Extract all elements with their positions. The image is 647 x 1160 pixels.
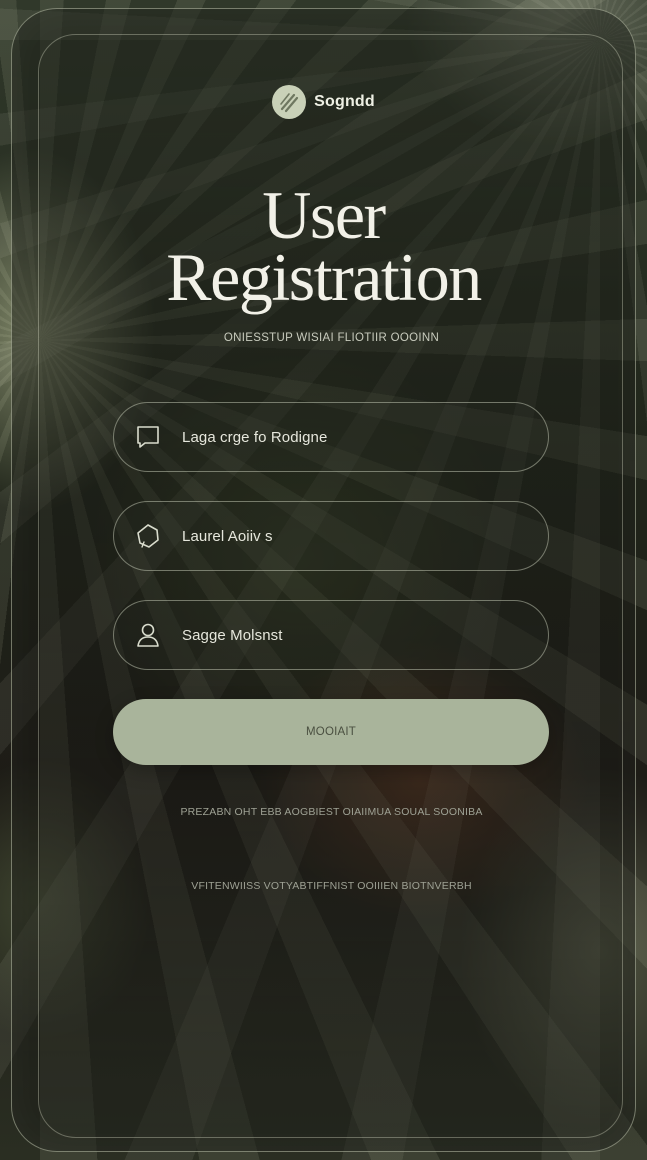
field-3-value: Sagge Molsnst (182, 626, 283, 644)
footer-text-2: VFITENWIISS VOTYABTIFFNIST OOIIIEN BIOTN… (191, 880, 472, 892)
hexagon-badge-icon (134, 522, 162, 550)
message-square-icon (134, 423, 162, 451)
title-line-1: User (262, 177, 386, 253)
user-icon (134, 621, 162, 649)
brand-name: Sogndd (314, 93, 375, 110)
title-line-2: Registration (166, 239, 482, 315)
field-2-value: Laurel Aoiiv s (182, 527, 273, 545)
registration-field-2[interactable]: Laurel Aoiiv s (113, 501, 549, 571)
brand-header: Sogndd (0, 85, 647, 119)
page-title: User Registration (0, 177, 647, 315)
registration-field-3[interactable]: Sagge Molsnst (113, 600, 549, 670)
footer-text-1: PREZABN OHT EBB AOGBIEST OIAIIMUA SOUAL … (180, 806, 483, 818)
page-subtitle: ONIESSTUP WISIAI FLIOTIIR OOOINN (223, 332, 440, 344)
registration-field-1[interactable]: Laga crge fo Rodigne (113, 402, 549, 472)
brand-logo-icon (272, 85, 307, 119)
field-1-value: Laga crge fo Rodigne (182, 428, 328, 446)
registration-screen: Sogndd User Registration ONIESSTUP WISIA… (0, 0, 647, 1160)
submit-button[interactable]: MOOIAIT (113, 699, 549, 765)
